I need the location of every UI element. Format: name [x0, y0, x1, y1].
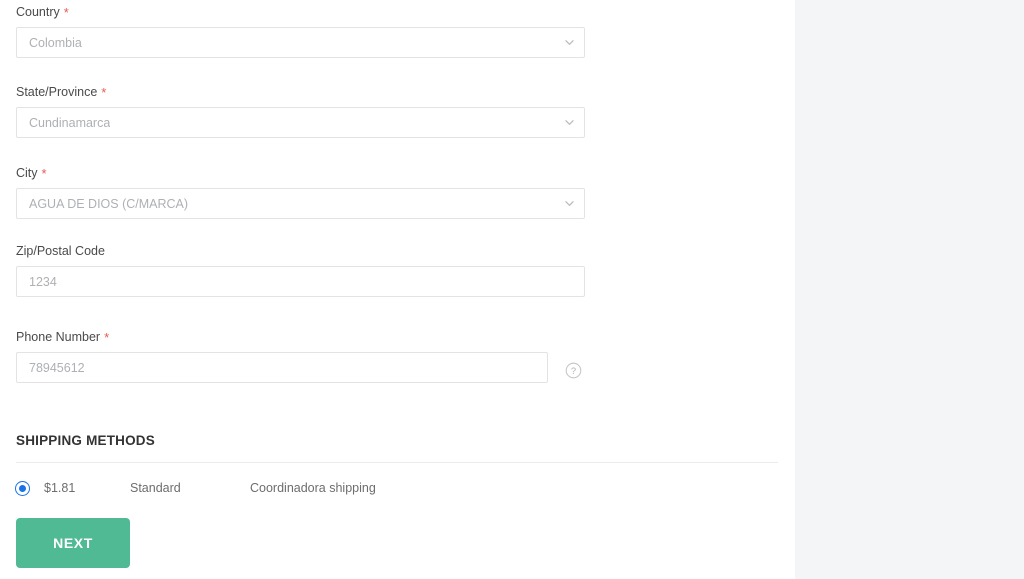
- shipping-form-column: Country * Colombia State/Province * Cundin…: [0, 0, 795, 579]
- field-group-zip-postal-code: Zip/Postal Code 1234: [16, 243, 585, 297]
- required-indicator-phone-number: *: [104, 330, 110, 345]
- label-city-text: City: [16, 166, 38, 180]
- select-country[interactable]: Colombia: [16, 27, 585, 58]
- next-button[interactable]: NEXT: [16, 518, 130, 568]
- input-phone-number-value: 78945612: [29, 360, 85, 375]
- required-indicator-city: *: [41, 166, 47, 181]
- label-city: City *: [16, 165, 585, 181]
- shipping-methods-heading: SHIPPING METHODS: [16, 433, 155, 448]
- chevron-down-icon: [565, 118, 574, 127]
- shipping-method-carrier: Coordinadora shipping: [250, 481, 376, 495]
- order-summary-rail: [795, 0, 1024, 579]
- field-group-state-province: State/Province * Cundinamarca: [16, 84, 585, 138]
- select-city-value: AGUA DE DIOS (C/MARCA): [29, 196, 189, 211]
- help-circle-icon[interactable]: ?: [565, 362, 582, 379]
- required-indicator-country: *: [63, 5, 69, 20]
- input-zip-postal-code-value: 1234: [29, 274, 57, 289]
- select-city[interactable]: AGUA DE DIOS (C/MARCA): [16, 188, 585, 219]
- chevron-down-icon: [565, 38, 574, 47]
- shipping-method-row[interactable]: $1.81 Standard Coordinadora shipping: [16, 481, 778, 499]
- label-country-text: Country: [16, 5, 60, 19]
- label-phone-number-text: Phone Number: [16, 330, 101, 344]
- label-state-province: State/Province *: [16, 84, 585, 100]
- checkout-shipping-page: Country * Colombia State/Province * Cundin…: [0, 0, 1024, 579]
- field-group-phone-number: Phone Number * 78945612: [16, 329, 548, 383]
- select-state-province-value: Cundinamarca: [29, 115, 111, 130]
- field-group-city: City * AGUA DE DIOS (C/MARCA): [16, 165, 585, 219]
- chevron-down-icon: [565, 199, 574, 208]
- label-country: Country *: [16, 4, 585, 20]
- shipping-method-name: Standard: [130, 481, 181, 495]
- label-state-province-text: State/Province: [16, 85, 98, 99]
- field-group-country: Country * Colombia: [16, 4, 585, 58]
- input-phone-number[interactable]: 78945612: [16, 352, 548, 383]
- shipping-method-price: $1.81: [44, 481, 76, 495]
- required-indicator-state-province: *: [101, 85, 107, 100]
- svg-text:?: ?: [571, 366, 576, 376]
- select-state-province[interactable]: Cundinamarca: [16, 107, 585, 138]
- select-country-value: Colombia: [29, 35, 82, 50]
- shipping-methods-divider: [16, 462, 778, 463]
- input-zip-postal-code[interactable]: 1234: [16, 266, 585, 297]
- radio-shipping-standard[interactable]: [16, 482, 29, 495]
- label-phone-number: Phone Number *: [16, 329, 548, 345]
- label-zip-postal-code-text: Zip/Postal Code: [16, 244, 105, 258]
- label-zip-postal-code: Zip/Postal Code: [16, 243, 585, 259]
